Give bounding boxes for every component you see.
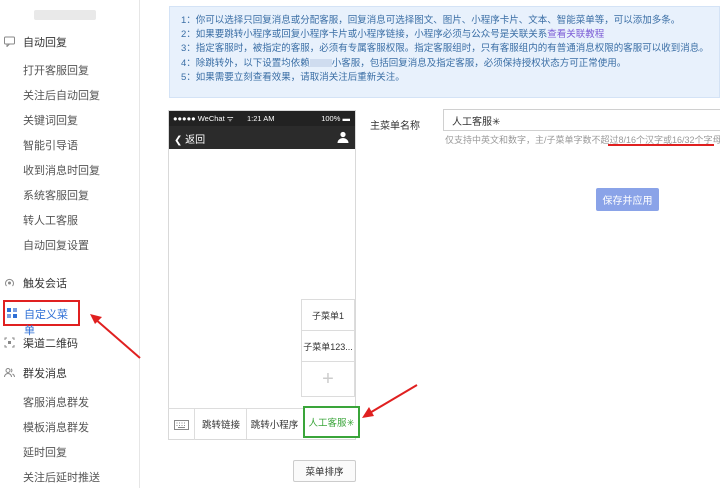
menu-item-link[interactable]: 跳转链接 bbox=[196, 408, 247, 439]
back-button[interactable]: ❮ 返回 bbox=[174, 131, 205, 146]
redacted-text bbox=[309, 59, 332, 68]
sidebar-group-channel-qrcode[interactable]: 渠道二维码 bbox=[0, 332, 140, 354]
menu-item-human-service[interactable]: 人工客服✳ bbox=[303, 406, 360, 438]
submenu-item[interactable]: 子菜单123... bbox=[301, 330, 355, 362]
sidebar-item[interactable]: 关键词回复 bbox=[23, 113, 78, 129]
message-icon bbox=[4, 36, 15, 47]
qrcode-icon bbox=[4, 337, 15, 348]
account-name-blurred bbox=[34, 10, 96, 20]
submenu-item[interactable]: 子菜单1 bbox=[301, 299, 355, 331]
add-submenu-button[interactable]: + bbox=[301, 361, 355, 397]
phone-nav-bar: ❮ 返回 bbox=[169, 126, 355, 149]
sidebar-group-auto-reply[interactable]: 自动回复 bbox=[0, 31, 140, 53]
notice-line: 3：指定客服时，被指定的客服，必须有专属客服权限。指定客服组时，只有客服组内的有… bbox=[181, 43, 709, 55]
sidebar-item[interactable]: 模板消息群发 bbox=[23, 420, 89, 436]
sidebar-item-custom-menu[interactable]: 自定义菜单 bbox=[3, 300, 80, 337]
sidebar-item[interactable]: 转人工客服 bbox=[23, 213, 78, 229]
sidebar-item[interactable]: 关注后自动回复 bbox=[23, 88, 100, 104]
sidebar-item[interactable]: 智能引导语 bbox=[23, 138, 78, 154]
notice-line: 1：你可以选择只回复消息或分配客服，回复消息可选择图文、图片、小程序卡片、文本、… bbox=[181, 15, 681, 26]
sidebar-group-label: 渠道二维码 bbox=[23, 338, 78, 350]
notice-line: 4：除跳转外，以下设置均依赖 小客服，包括回复消息及指定客服，必须保持授权状态方可… bbox=[181, 57, 627, 69]
users-icon bbox=[4, 368, 15, 378]
menu-item-miniprogram[interactable]: 跳转小程序 bbox=[247, 408, 302, 439]
notice-line: 2：如果要跳转小程序或回复小程序卡片或小程序链接，小程序必须与公众号是关联关系查… bbox=[181, 29, 605, 41]
main-menu-name-input[interactable] bbox=[443, 110, 720, 130]
user-icon[interactable] bbox=[337, 131, 349, 143]
notice-box: 1：你可以选择只回复消息或分配客服，回复消息可选择图文、图片、小程序卡片、文本、… bbox=[169, 6, 720, 98]
notice-line: 5：如果需要立刻查看效果，请取消关注后重新关注。 bbox=[181, 71, 405, 83]
phone-status-bar: ●●●●● WeChat ᯤ 1:21 AM 100% ▬ bbox=[169, 111, 355, 126]
sidebar-item[interactable]: 系统客服回复 bbox=[23, 188, 89, 204]
sidebar-group-trigger-session[interactable]: 触发会话 bbox=[0, 272, 140, 294]
sidebar-group-broadcast[interactable]: 群发消息 bbox=[0, 362, 140, 384]
sidebar-item[interactable]: 收到消息时回复 bbox=[23, 163, 100, 179]
sidebar-item[interactable]: 关注后延时推送 bbox=[23, 470, 100, 486]
main-menu-name-label: 主菜单名称 bbox=[370, 121, 420, 132]
menu-grid-icon bbox=[7, 308, 17, 318]
status-time: 1:21 AM bbox=[247, 114, 275, 123]
sidebar-group-label: 群发消息 bbox=[23, 368, 67, 380]
sidebar-item[interactable]: 打开客服回复 bbox=[23, 63, 89, 79]
save-apply-button[interactable]: 保存并应用 bbox=[596, 188, 659, 211]
menu-sort-button[interactable]: 菜单排序 bbox=[293, 460, 356, 482]
broadcast-icon bbox=[5, 278, 14, 287]
battery-text: 100% ▬ bbox=[321, 114, 350, 123]
sidebar-group-label: 自动回复 bbox=[23, 37, 67, 49]
keyboard-icon[interactable] bbox=[168, 409, 195, 440]
help-link[interactable]: 查看关联教程 bbox=[547, 29, 604, 40]
sidebar: 自动回复 打开客服回复 关注后自动回复 关键词回复 智能引导语 收到消息时回复 … bbox=[0, 0, 140, 488]
sidebar-group-label: 触发会话 bbox=[23, 278, 67, 290]
carrier-text: ●●●●● WeChat ᯤ bbox=[173, 114, 234, 123]
sidebar-item[interactable]: 自动回复设置 bbox=[23, 238, 89, 254]
annotation-arrow-icon bbox=[362, 384, 418, 418]
sidebar-item[interactable]: 延时回复 bbox=[23, 445, 67, 461]
sidebar-item[interactable]: 客服消息群发 bbox=[23, 395, 89, 411]
hint-highlight-underline bbox=[608, 144, 714, 146]
